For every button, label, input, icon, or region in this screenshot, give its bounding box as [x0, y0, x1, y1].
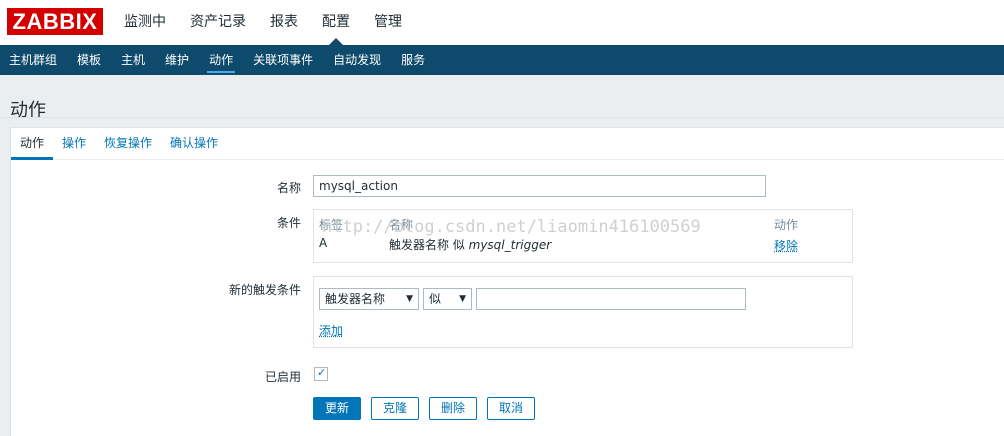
new-condition-label: 新的触发条件	[228, 283, 301, 297]
name-label: 名称	[276, 181, 301, 195]
condition-operator-value: 似	[429, 292, 442, 306]
checkmark-icon: ✓	[317, 366, 327, 379]
condition-name: 触发器名称 似 mysql_trigger	[389, 236, 551, 253]
new-condition-box: 触发器名称 ▼ 似 ▼ 添加	[313, 276, 853, 348]
form-tabs: 动作 操作 恢复操作 确认操作	[11, 128, 1004, 160]
tab-operations[interactable]: 操作	[53, 128, 95, 159]
condition-name-value: mysql_trigger	[468, 238, 552, 252]
tab-recovery-operations[interactable]: 恢复操作	[95, 128, 161, 159]
enabled-checkbox[interactable]: ✓	[314, 366, 328, 381]
add-condition-link[interactable]: 添加	[319, 322, 343, 339]
main-menu-configuration[interactable]: 配置	[310, 0, 362, 45]
conditions-header-action: 动作	[774, 218, 799, 232]
watermark-text: http://blog.csdn.net/liaomin416100569	[322, 217, 701, 237]
tab-action[interactable]: 动作	[11, 128, 54, 160]
name-input[interactable]: mysql_action	[313, 175, 766, 197]
divider	[0, 117, 1004, 118]
zabbix-logo[interactable]: ZABBIX	[7, 8, 103, 35]
sub-menu-hosts[interactable]: 主机	[111, 45, 155, 75]
page-title: 动作	[10, 100, 46, 122]
condition-value-input[interactable]	[476, 288, 746, 310]
main-menu-reports[interactable]: 报表	[258, 0, 310, 45]
dropdown-arrow-icon: ▼	[406, 294, 413, 304]
main-menu-inventory[interactable]: 资产记录	[178, 0, 258, 45]
conditions-label: 条件	[276, 216, 301, 230]
enabled-label: 已启用	[264, 370, 301, 384]
delete-button[interactable]: 删除	[429, 397, 477, 420]
main-menu-administration[interactable]: 管理	[362, 0, 414, 45]
condition-tag: A	[319, 236, 328, 250]
tab-acknowledge-operations[interactable]: 确认操作	[161, 128, 227, 159]
main-menu-monitoring[interactable]: 监测中	[112, 0, 178, 45]
cancel-button[interactable]: 取消	[487, 397, 535, 420]
top-bar: ZABBIX 监测中 资产记录 报表 配置 管理	[0, 0, 1004, 45]
sub-menu-maintenance[interactable]: 维护	[155, 45, 199, 75]
condition-name-prefix: 触发器名称 似	[389, 238, 469, 252]
clone-button[interactable]: 克隆	[371, 397, 419, 420]
condition-remove-link[interactable]: 移除	[774, 237, 798, 254]
sub-menu-event-correlation[interactable]: 关联项事件	[243, 45, 323, 75]
dropdown-arrow-icon: ▼	[459, 294, 466, 304]
sub-menu-discovery[interactable]: 自动发现	[323, 45, 391, 75]
main-menu: 监测中 资产记录 报表 配置 管理	[112, 0, 414, 45]
sub-menu: 主机群组 模板 主机 维护 动作 关联项事件 自动发现 服务	[0, 45, 1004, 75]
condition-type-select[interactable]: 触发器名称 ▼	[319, 288, 419, 310]
condition-operator-select[interactable]: 似 ▼	[423, 288, 472, 310]
condition-type-value: 触发器名称	[325, 292, 386, 306]
sub-menu-services[interactable]: 服务	[391, 45, 435, 75]
update-button[interactable]: 更新	[313, 397, 361, 420]
action-form-panel: 动作 操作 恢复操作 确认操作 名称 mysql_action 条件 标签 名称…	[10, 127, 1004, 436]
sub-menu-host-groups[interactable]: 主机群组	[0, 45, 67, 75]
sub-menu-actions[interactable]: 动作	[199, 45, 243, 75]
sub-menu-templates[interactable]: 模板	[67, 45, 111, 75]
